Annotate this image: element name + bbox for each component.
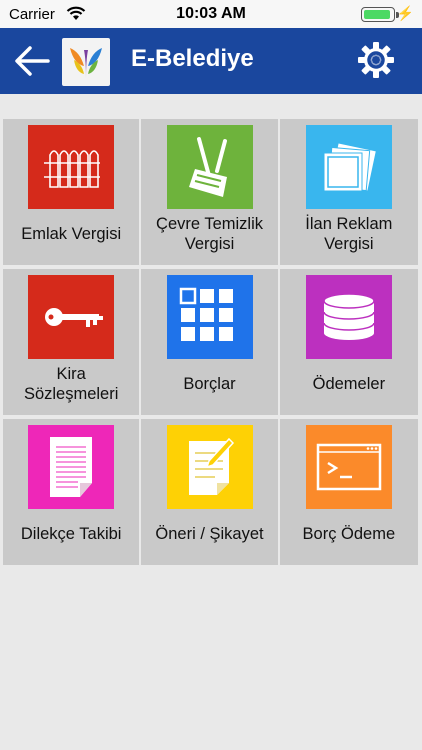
tile-label: Dilekçe Takibi	[20, 525, 122, 543]
tile-label: Öneri / Şikayet	[155, 525, 264, 543]
document-icon	[28, 425, 115, 509]
nav-bar: E-Belediye	[0, 28, 422, 94]
database-icon	[305, 275, 392, 359]
charging-icon: ⚡	[396, 5, 414, 21]
gear-icon	[358, 42, 394, 78]
tile-label: Ödemeler	[312, 375, 386, 393]
grid-row: Emlak Vergisi Çevre Temizlik Vergisi İla…	[3, 119, 419, 265]
clock: 10:03 AM	[176, 5, 246, 22]
tile-label: İlan Reklam Vergisi	[305, 215, 393, 253]
municipality-logo	[62, 38, 110, 86]
settings-button[interactable]	[356, 40, 396, 80]
grid-row: Dilekçe Takibi Öneri / Şikayet Borç Ödem…	[3, 419, 419, 565]
tile-label: Borç Ödeme	[302, 525, 396, 543]
battery-icon	[361, 7, 395, 22]
tile-odemeler[interactable]: Ödemeler	[279, 269, 419, 415]
key-icon	[28, 275, 115, 359]
grid-row: Kira Sözleşmeleri Borçlar Ödemeler	[3, 269, 419, 415]
tile-borclar[interactable]: Borçlar	[141, 269, 278, 415]
arrow-left-icon	[15, 46, 50, 76]
tile-kira-sozlesmeleri[interactable]: Kira Sözleşmeleri	[3, 269, 140, 415]
tile-label: Emlak Vergisi	[21, 225, 122, 243]
page-title: E-Belediye	[131, 45, 254, 72]
grid-icon	[166, 275, 253, 359]
terminal-icon	[305, 425, 392, 509]
photos-icon	[305, 125, 392, 209]
menu-grid: Emlak Vergisi Çevre Temizlik Vergisi İla…	[3, 119, 419, 569]
tile-cevre-temizlik-vergisi[interactable]: Çevre Temizlik Vergisi	[141, 119, 278, 265]
note-pencil-icon	[166, 425, 253, 509]
fence-icon	[28, 125, 115, 209]
tile-label: Borçlar	[183, 375, 236, 393]
tile-oneri-sikayet[interactable]: Öneri / Şikayet	[141, 419, 278, 565]
status-bar: Carrier 10:03 AM ⚡	[0, 0, 422, 28]
back-button[interactable]	[12, 44, 52, 78]
tile-borc-odeme[interactable]: Borç Ödeme	[279, 419, 419, 565]
tile-ilan-reklam-vergisi[interactable]: İlan Reklam Vergisi	[279, 119, 419, 265]
tile-dilekce-takibi[interactable]: Dilekçe Takibi	[3, 419, 140, 565]
tile-label: Kira Sözleşmeleri	[23, 365, 119, 403]
cleaning-tools-icon	[166, 125, 253, 209]
tile-label: Çevre Temizlik Vergisi	[156, 215, 263, 253]
tile-emlak-vergisi[interactable]: Emlak Vergisi	[3, 119, 140, 265]
